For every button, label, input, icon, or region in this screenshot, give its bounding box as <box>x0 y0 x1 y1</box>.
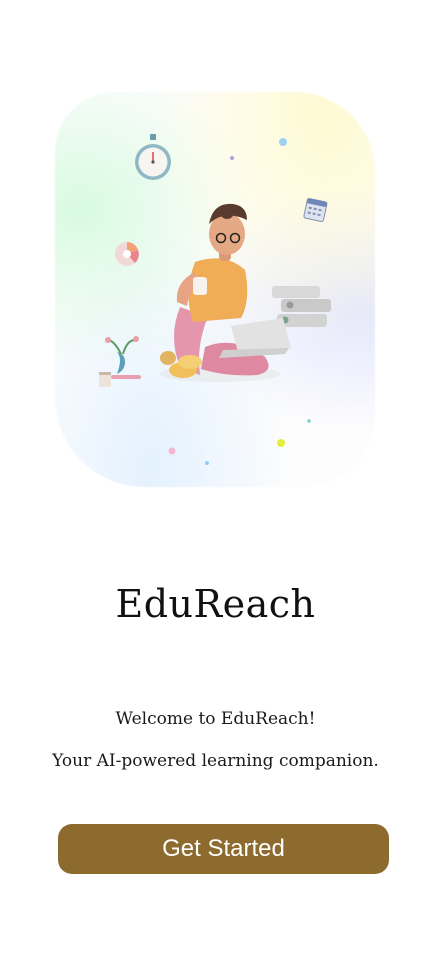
stopwatch-icon <box>135 134 171 180</box>
confetti-dot <box>279 138 287 146</box>
get-started-button[interactable]: Get Started <box>58 824 389 874</box>
confetti-dot <box>205 461 209 465</box>
coffee-cup-icon <box>99 372 111 387</box>
calendar-icon <box>303 198 328 223</box>
welcome-heading: Welcome to EduReach! <box>115 709 316 729</box>
confetti-dot <box>307 419 311 423</box>
person-with-laptop-illustration <box>160 203 291 382</box>
confetti-dot <box>277 439 285 447</box>
confetti-dot <box>168 447 176 455</box>
pie-chart-icon <box>115 242 139 266</box>
hero-illustration <box>99 134 331 465</box>
confetti-dot <box>230 156 234 160</box>
welcome-tagline: Your AI-powered learning companion. <box>52 751 379 771</box>
app-title: EduReach <box>115 582 316 626</box>
